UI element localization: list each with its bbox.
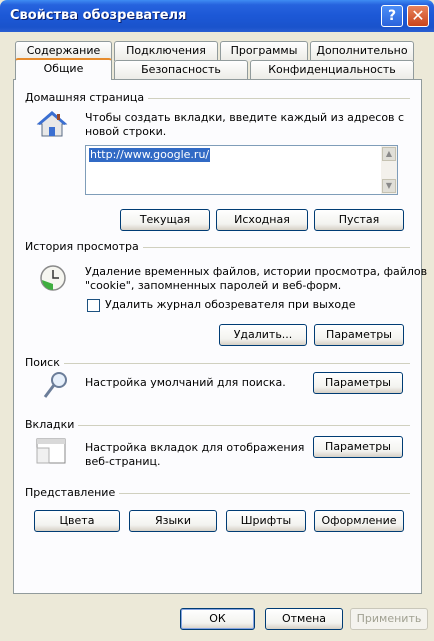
close-button[interactable]: ✕: [407, 5, 429, 27]
tab-programs[interactable]: Программы: [220, 41, 308, 61]
cancel-button[interactable]: Отмена: [265, 608, 343, 630]
tabs-divider: [78, 425, 410, 426]
accessibility-button[interactable]: Оформление: [314, 510, 404, 532]
delete-history-button[interactable]: Удалить...: [219, 324, 307, 346]
tab-privacy[interactable]: Конфиденциальность: [250, 60, 414, 80]
history-group-label: История просмотра: [25, 240, 143, 253]
tab-advanced[interactable]: Дополнительно: [310, 41, 414, 61]
history-divider: [142, 247, 410, 248]
scroll-down-icon[interactable]: ▼: [382, 179, 396, 193]
search-divider: [64, 363, 410, 364]
use-default-button[interactable]: Исходная: [216, 209, 308, 231]
history-settings-button[interactable]: Параметры: [314, 324, 404, 346]
search-magnifier-icon: [43, 372, 67, 398]
tabs-description-2: веб-страниц.: [85, 455, 161, 468]
textarea-scrollbar[interactable]: ▲ ▼: [381, 146, 397, 194]
delete-history-on-exit-label[interactable]: Удалить журнал обозревателя при выходе: [105, 298, 355, 311]
help-button[interactable]: ?: [381, 5, 403, 27]
delete-history-on-exit-checkbox[interactable]: [87, 299, 100, 312]
tabs-window-icon: [36, 438, 66, 464]
tab-security[interactable]: Безопасность: [114, 60, 248, 80]
search-description: Настройка умолчаний для поиска.: [85, 376, 286, 389]
appearance-group-label: Представление: [25, 486, 120, 499]
tabs-description-1: Настройка вкладок для отображения: [85, 441, 305, 454]
history-clock-icon: [40, 265, 66, 291]
home-page-divider: [140, 98, 410, 99]
history-description-1: Удаление временных файлов, истории просм…: [85, 265, 428, 278]
home-page-textarea[interactable]: http://www.google.ru/ ▲ ▼: [85, 145, 398, 195]
colors-button[interactable]: Цвета: [34, 510, 120, 532]
appearance-divider: [114, 493, 410, 494]
tabs-settings-button[interactable]: Параметры: [313, 436, 403, 458]
ok-button[interactable]: ОК: [180, 608, 255, 630]
search-group-label: Поиск: [25, 356, 64, 369]
tab-connections[interactable]: Подключения: [114, 41, 218, 61]
home-icon: [36, 111, 68, 137]
use-current-button[interactable]: Текущая: [120, 209, 210, 231]
tabs-group-label: Вкладки: [25, 418, 79, 431]
apply-button[interactable]: Применить: [350, 608, 428, 630]
tab-general[interactable]: Общие: [15, 58, 112, 80]
search-settings-button[interactable]: Параметры: [313, 372, 403, 394]
home-page-description-2: новой строки.: [85, 125, 167, 138]
languages-button[interactable]: Языки: [129, 510, 217, 532]
use-blank-button[interactable]: Пустая: [314, 209, 404, 231]
home-page-url: http://www.google.ru/: [89, 148, 211, 162]
title-bar[interactable]: Свойства обозревателя ? ✕: [0, 0, 434, 32]
fonts-button[interactable]: Шрифты: [226, 510, 306, 532]
home-page-description-1: Чтобы создать вкладки, введите каждый из…: [85, 111, 405, 124]
history-description-2: "cookie", запомненных паролей и веб-форм…: [85, 279, 342, 292]
internet-options-window: Свойства обозревателя ? ✕ Содержание Под…: [0, 0, 434, 641]
scroll-up-icon[interactable]: ▲: [382, 147, 396, 161]
window-title: Свойства обозревателя: [10, 8, 187, 23]
home-page-group-label: Домашняя страница: [25, 91, 149, 104]
